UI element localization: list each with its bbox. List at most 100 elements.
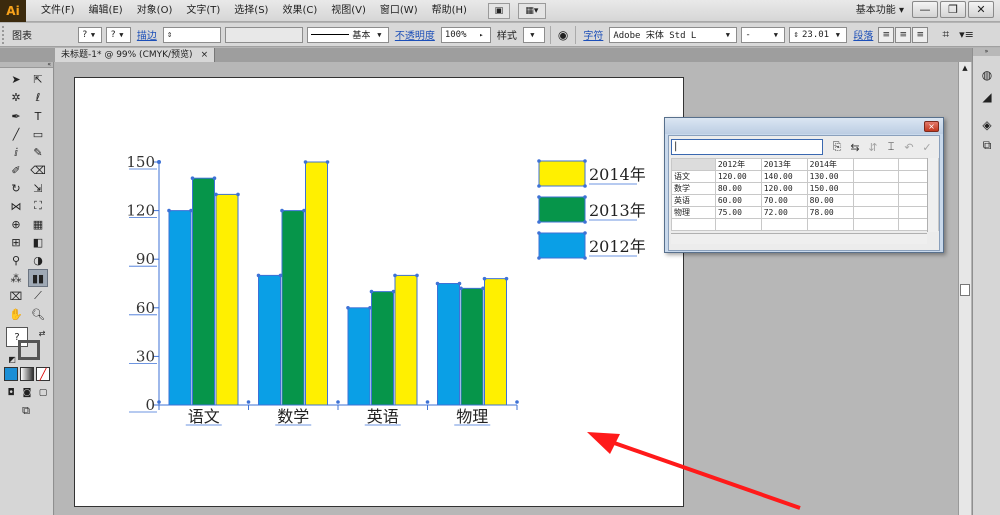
fill-swatch[interactable]: ? ▼ — [78, 26, 103, 43]
cell-style-icon[interactable]: ⌶ — [883, 140, 899, 154]
table-cell[interactable]: 2014年 — [806, 158, 854, 171]
table-cell[interactable]: 英语 — [671, 194, 716, 207]
variable-width-profile[interactable] — [224, 26, 303, 43]
collapse-panel-icon[interactable]: « — [0, 62, 53, 68]
table-cell[interactable]: 150.00 — [806, 182, 854, 195]
table-row[interactable]: 语文 120.00 140.00 130.00 — [671, 170, 939, 183]
y-tick-label[interactable]: 30 — [136, 347, 155, 365]
arrange-documents-button[interactable]: ▦▾ — [517, 2, 546, 19]
import-data-icon[interactable]: ⎘ — [829, 140, 845, 154]
table-cell[interactable] — [852, 218, 900, 231]
menu-type[interactable]: 文字(T) — [179, 0, 227, 22]
draw-behind-icon[interactable]: ◙ — [20, 386, 34, 399]
legend-anchor[interactable] — [537, 184, 541, 188]
bar-anchor[interactable] — [190, 176, 195, 180]
table-cell[interactable] — [852, 194, 900, 207]
legend-swatch-2014年[interactable] — [538, 160, 586, 187]
bar-2014年-语文[interactable] — [215, 193, 239, 406]
switch-xy-icon[interactable]: ⇵ — [865, 140, 881, 154]
bar-2014年-数学[interactable] — [305, 161, 328, 406]
legend-anchor[interactable] — [583, 220, 587, 224]
bar-2012年-物理[interactable] — [437, 283, 460, 406]
blend-tool-icon[interactable]: ◑ — [28, 251, 48, 269]
table-cell[interactable] — [671, 158, 716, 171]
bar-2012年-数学[interactable] — [258, 274, 281, 406]
legend-anchor[interactable] — [583, 256, 587, 260]
line-tool-icon[interactable]: ╱ — [6, 125, 26, 143]
bar-anchor[interactable] — [435, 281, 440, 286]
bar-2013年-物理[interactable] — [460, 287, 484, 406]
transform-icon[interactable]: ⌗ — [942, 27, 949, 42]
gradient-tool-icon[interactable]: ◧ — [28, 233, 48, 251]
workspace-switcher[interactable]: 基本功能 ▾ — [856, 0, 904, 22]
legend-label-2014年[interactable]: 2014年 — [589, 165, 646, 184]
table-cell[interactable] — [852, 182, 900, 195]
graph-data-hscroll[interactable] — [671, 233, 927, 244]
swap-colors-icon[interactable]: ⇄ — [32, 324, 52, 342]
bar-anchor[interactable] — [325, 160, 330, 164]
menu-file[interactable]: 文件(F) — [34, 0, 82, 22]
table-cell[interactable] — [714, 218, 762, 231]
hand-tool-icon[interactable]: ✋ — [6, 305, 26, 323]
table-cell[interactable]: 80.00 — [714, 182, 762, 195]
blob-brush-tool-icon[interactable]: ✐ — [6, 161, 26, 179]
graph-data-table[interactable]: 2012年 2013年 2014年 语文 120.00 140.00 130.00 数学 80.… — [671, 158, 939, 231]
rectangle-tool-icon[interactable]: ▭ — [28, 125, 48, 143]
scroll-up-icon[interactable]: ▲ — [960, 62, 970, 73]
align-center-button[interactable]: ≡ — [895, 26, 912, 43]
table-row[interactable]: 英语 60.00 70.00 80.00 — [671, 194, 939, 207]
table-cell[interactable]: 60.00 — [714, 194, 762, 207]
bar-2012年-语文[interactable] — [168, 210, 192, 406]
table-cell[interactable] — [671, 218, 716, 231]
x-category-label[interactable]: 英语 — [367, 407, 399, 426]
bar-2013年-数学[interactable] — [281, 210, 305, 406]
menu-edit[interactable]: 编辑(E) — [82, 0, 130, 22]
cell-value-input[interactable]: | — [671, 139, 823, 155]
bar-2014年-物理[interactable] — [484, 278, 507, 406]
bar-anchor[interactable] — [303, 160, 308, 164]
selection-tool-icon[interactable]: ➤ — [6, 70, 26, 88]
align-left-button[interactable]: ≡ — [878, 26, 895, 43]
table-cell[interactable]: 120.00 — [760, 182, 808, 195]
shape-builder-tool-icon[interactable]: ⊕ — [6, 215, 26, 233]
column-graph-tool-icon[interactable]: ▮▮ — [28, 269, 48, 287]
bar-anchor[interactable] — [167, 208, 171, 213]
bar-anchor[interactable] — [212, 176, 217, 180]
table-cell[interactable]: 80.00 — [806, 194, 854, 207]
menu-view[interactable]: 视图(V) — [324, 0, 373, 22]
character-panel-link[interactable]: 字符 — [583, 27, 603, 42]
y-tick-label[interactable]: 90 — [136, 250, 155, 268]
transpose-icon[interactable]: ⇆ — [847, 140, 863, 154]
table-cell[interactable]: 78.00 — [806, 206, 854, 219]
brush-definition-select[interactable]: 基本 ▼ — [306, 26, 389, 43]
direct-selection-tool-icon[interactable]: ⇱ — [28, 70, 48, 88]
menu-effect[interactable]: 效果(C) — [275, 0, 324, 22]
legend-swatch-2013年[interactable] — [538, 196, 586, 223]
table-cell[interactable] — [852, 170, 900, 183]
color-panel-icon[interactable]: ◍ — [977, 66, 997, 84]
draw-normal-icon[interactable]: ◘ — [4, 386, 18, 399]
legend-anchor[interactable] — [583, 195, 587, 199]
y-tick-label[interactable]: 150 — [126, 153, 155, 171]
paintbrush-tool-icon[interactable]: ⅈ — [6, 143, 26, 161]
table-cell[interactable]: 数学 — [671, 182, 716, 195]
x-tick-anchor[interactable] — [425, 400, 430, 404]
legend-anchor[interactable] — [537, 159, 541, 163]
stroke-panel-link[interactable]: 描边 — [137, 27, 157, 42]
bar-anchor[interactable] — [280, 208, 284, 213]
table-row[interactable] — [671, 218, 939, 231]
free-transform-tool-icon[interactable]: ⛶ — [28, 197, 48, 215]
y-tick-label[interactable]: 120 — [126, 202, 155, 220]
legend-label-2013年[interactable]: 2013年 — [589, 201, 646, 220]
align-right-button[interactable]: ≡ — [912, 26, 929, 43]
rotate-tool-icon[interactable]: ↻ — [6, 179, 26, 197]
graph-data-window[interactable]: × | ⎘ ⇆ ⇵ ⌶ ↶ ✓ 2012年 2013年 2014年 语文 120.00 1… — [664, 117, 944, 253]
bar-anchor[interactable] — [369, 289, 374, 294]
opacity-field[interactable]: 100% ▸ — [440, 26, 491, 43]
perspective-grid-tool-icon[interactable]: ▦ — [28, 215, 48, 233]
table-cell[interactable]: 2012年 — [714, 158, 762, 171]
minimize-button[interactable]: — — [912, 1, 938, 18]
legend-label-2012年[interactable]: 2012年 — [589, 237, 646, 256]
opacity-panel-link[interactable]: 不透明度 — [395, 27, 435, 42]
pen-tool-icon[interactable]: ✒ — [6, 107, 26, 125]
